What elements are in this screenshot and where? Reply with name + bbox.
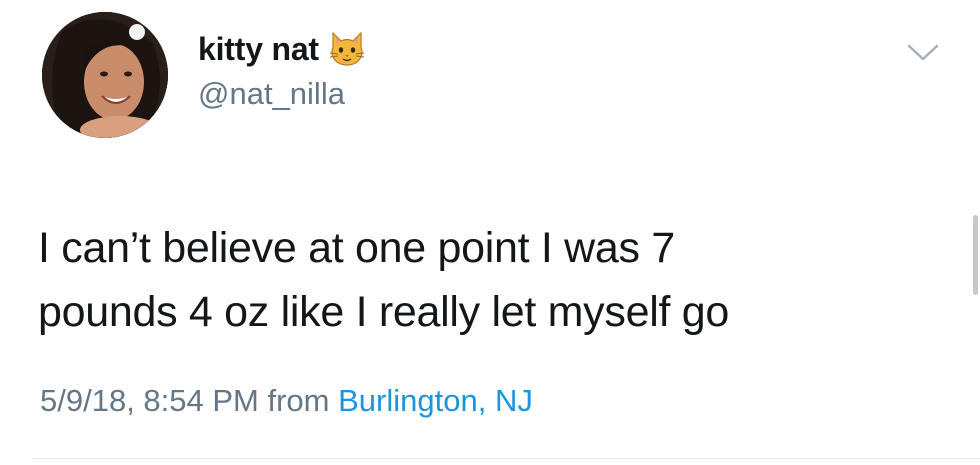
scrollbar[interactable] xyxy=(973,215,978,295)
location-link[interactable]: Burlington, NJ xyxy=(338,383,533,418)
cat-face-emoji xyxy=(327,29,367,69)
tweet-meta: 5/9/18, 8:54 PM from Burlington, NJ xyxy=(40,383,533,419)
timestamp[interactable]: 5/9/18, 8:54 PM xyxy=(40,383,259,418)
display-name[interactable]: kitty nat xyxy=(198,31,319,68)
avatar[interactable] xyxy=(42,12,168,138)
tweet-text: I can’t believe at one point I was 7 pou… xyxy=(38,216,938,344)
divider xyxy=(32,458,980,459)
from-label: from xyxy=(267,383,330,418)
display-name-row: kitty nat xyxy=(198,26,367,72)
tweet-card: kitty nat @nat_nilla I can’t believe at … xyxy=(0,0,980,465)
user-handle[interactable]: @nat_nilla xyxy=(198,76,345,112)
avatar-photo xyxy=(42,12,168,138)
tweet-text-line: I can’t believe at one point I was 7 xyxy=(38,224,675,272)
tweet-text-line: pounds 4 oz like I really let myself go xyxy=(38,288,729,336)
chevron-down-icon[interactable] xyxy=(906,40,940,64)
